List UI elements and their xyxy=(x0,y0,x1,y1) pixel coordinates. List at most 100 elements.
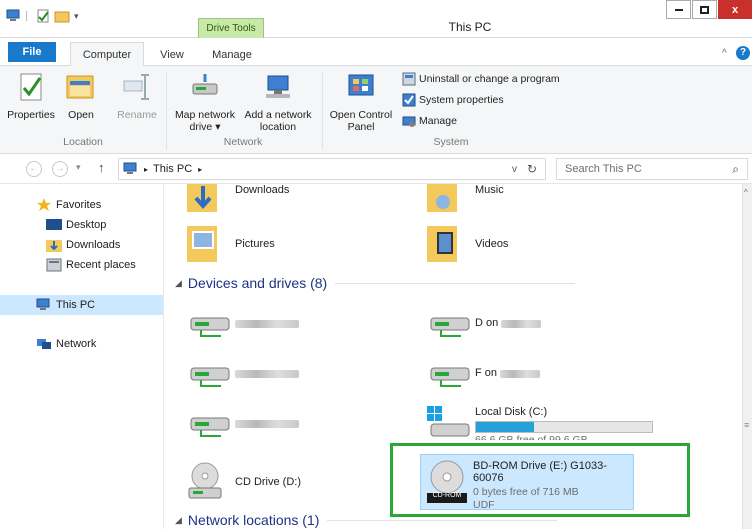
back-arrow-icon[interactable]: ← xyxy=(26,161,42,177)
tab-manage[interactable]: Manage xyxy=(202,44,262,66)
system-properties-icon xyxy=(402,93,416,107)
add-network-location-button[interactable]: Add a network location xyxy=(240,72,316,133)
breadcrumb-chevron-icon[interactable]: ▸ xyxy=(144,165,148,174)
uninstall-icon xyxy=(402,72,416,86)
drive-name: CD Drive (D:) xyxy=(235,476,301,488)
nav-network-label: Network xyxy=(56,338,97,350)
search-icon[interactable]: ⌕ xyxy=(732,162,739,177)
map-network-drive-button[interactable]: Map network drive ▾ xyxy=(170,72,240,133)
ribbon: Properties Open Rename Location Map netw… xyxy=(0,66,752,154)
nav-desktop-label: Desktop xyxy=(66,219,107,231)
close-button[interactable]: x xyxy=(718,0,752,19)
ribbon-tabs: File Computer View Manage ^ ? xyxy=(0,38,752,67)
open-folder-icon xyxy=(66,75,94,99)
nav-recent-places-label: Recent places xyxy=(66,259,136,271)
collapse-chevron-icon[interactable]: ◢ xyxy=(175,515,182,526)
header-divider xyxy=(335,282,576,284)
nav-favorites-label: Favorites xyxy=(56,199,102,211)
search-input[interactable]: Search This PC ⌕ xyxy=(556,158,748,180)
open-control-panel-button[interactable]: Open Control Panel xyxy=(326,72,396,133)
address-dropdown-icon[interactable]: v xyxy=(512,164,517,175)
breadcrumb-this-pc[interactable]: This PC xyxy=(153,163,192,175)
add-location-label: Add a network xyxy=(244,109,312,121)
devices-group-header[interactable]: ◢ Devices and drives (8) xyxy=(175,275,576,291)
vertical-scrollbar[interactable]: ^ ≡ xyxy=(742,184,752,529)
windows-drive-icon xyxy=(427,406,470,437)
network-drive-icon xyxy=(190,367,230,387)
nav-downloads-label: Downloads xyxy=(66,239,121,251)
tab-view[interactable]: View xyxy=(150,44,194,66)
drive-name: Local Disk (C:) xyxy=(475,406,548,418)
tab-file[interactable]: File xyxy=(8,42,56,62)
drive-label: F on xyxy=(475,367,498,379)
nav-this-pc-label: This PC xyxy=(56,299,96,311)
drive-cd-d[interactable]: CD Drive (D:) xyxy=(187,462,301,502)
address-bar-row: ← → ▾ ↑ ▸ This PC ▸ v ↻ Search This PC ⌕ xyxy=(0,154,752,184)
properties-icon xyxy=(20,73,42,101)
folder-pictures[interactable]: Pictures xyxy=(185,224,275,264)
properties-button[interactable]: Properties xyxy=(6,72,56,121)
nav-this-pc[interactable]: This PC xyxy=(0,295,163,315)
system-properties-button[interactable]: System properties xyxy=(402,93,504,107)
collapse-chevron-icon[interactable]: ◢ xyxy=(175,278,182,289)
nav-desktop[interactable]: Desktop xyxy=(46,216,106,234)
redacted-drive-name xyxy=(235,370,299,378)
drive-label: D on xyxy=(475,317,499,329)
cd-drive-icon xyxy=(188,462,222,499)
open-control-panel-label-2: Panel xyxy=(347,121,375,133)
map-drive-icon xyxy=(192,74,218,95)
network-drive-2[interactable] xyxy=(187,364,299,388)
refresh-icon[interactable]: ↻ xyxy=(527,162,537,176)
network-drive-1[interactable] xyxy=(187,314,299,338)
computer-icon xyxy=(123,162,137,174)
recent-places-icon xyxy=(46,258,62,272)
network-group-label: Network xyxy=(223,136,263,148)
map-drive-label: Map network xyxy=(174,109,236,121)
help-icon[interactable]: ? xyxy=(736,46,750,60)
rename-label: Rename xyxy=(117,109,157,121)
maximize-button[interactable] xyxy=(692,0,717,19)
network-drive-3[interactable] xyxy=(187,414,299,438)
nav-downloads[interactable]: Downloads xyxy=(46,236,120,254)
open-button[interactable]: Open xyxy=(64,72,98,121)
up-arrow-icon[interactable]: ↑ xyxy=(98,160,105,175)
nav-network[interactable]: Network xyxy=(36,335,96,353)
uninstall-program-button[interactable]: Uninstall or change a program xyxy=(402,72,560,86)
scroll-thumb[interactable]: ≡ xyxy=(744,420,749,430)
nav-favorites[interactable]: Favorites xyxy=(36,196,101,214)
network-drive-icon xyxy=(190,317,230,337)
forward-arrow-icon[interactable]: → xyxy=(52,161,68,177)
folder-music[interactable]: Music xyxy=(425,184,504,214)
network-drive-f[interactable]: F on xyxy=(427,364,541,388)
add-location-label-2: location xyxy=(259,121,297,133)
address-field[interactable]: ▸ This PC ▸ v ↻ xyxy=(118,158,546,180)
network-drive-icon xyxy=(430,367,470,387)
folder-name: Pictures xyxy=(235,238,275,250)
breadcrumb-chevron-icon[interactable]: ▸ xyxy=(198,165,202,174)
manage-icon xyxy=(402,116,416,127)
rename-button[interactable]: Rename xyxy=(114,72,160,121)
folder-name: Videos xyxy=(475,238,509,250)
folder-downloads[interactable]: Downloads xyxy=(185,184,289,214)
network-drive-d[interactable]: D on xyxy=(427,314,542,338)
downloads-folder-icon xyxy=(187,184,217,212)
recent-locations-icon[interactable]: ▾ xyxy=(76,162,81,173)
system-group-label: System xyxy=(433,136,469,148)
nav-recent-places[interactable]: Recent places xyxy=(46,256,136,274)
folder-name: Downloads xyxy=(235,184,290,196)
window-title: This PC xyxy=(448,20,492,34)
tab-computer[interactable]: Computer xyxy=(70,42,144,67)
folder-videos[interactable]: Videos xyxy=(425,224,508,264)
manage-button[interactable]: Manage xyxy=(402,114,457,128)
computer-icon xyxy=(36,298,50,310)
collapse-ribbon-icon[interactable]: ^ xyxy=(722,48,727,59)
desktop-icon xyxy=(46,219,62,230)
folder-name: Music xyxy=(475,184,504,196)
drive-local-disk-c[interactable]: Local Disk (C:) 66.6 GB free of 99.6 GB xyxy=(427,406,653,440)
close-icon: x xyxy=(731,3,739,16)
network-drive-icon xyxy=(430,317,470,337)
scroll-up-icon[interactable]: ^ xyxy=(744,188,748,197)
minimize-button[interactable] xyxy=(666,0,691,19)
downloads-folder-icon xyxy=(46,240,62,252)
maximize-icon xyxy=(700,5,709,14)
